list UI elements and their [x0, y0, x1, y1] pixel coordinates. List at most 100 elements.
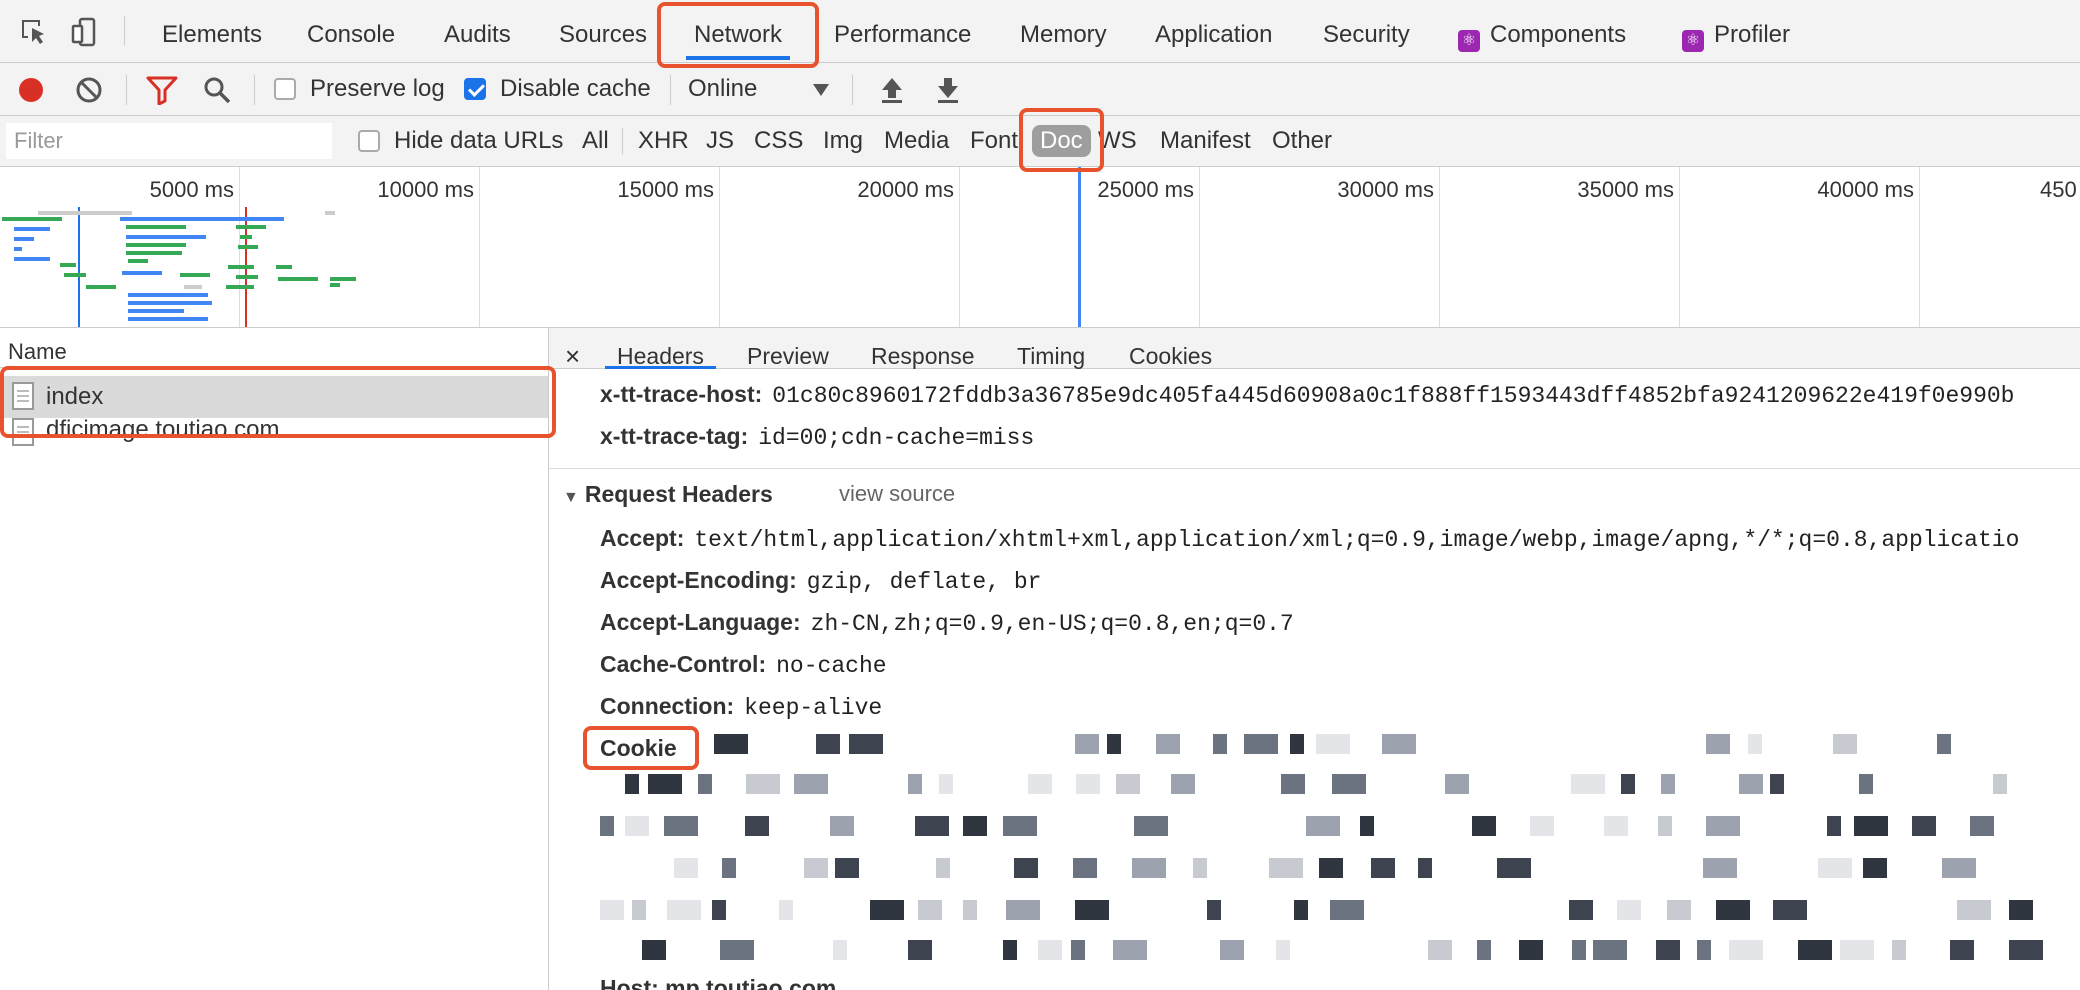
name-column-header[interactable]: Name [0, 328, 548, 368]
request-headers-section-title[interactable]: ▼ Request Headers [563, 474, 773, 514]
redacted-pixel [1572, 940, 1586, 960]
tab-timing[interactable]: Timing [1017, 328, 1085, 369]
redacted-pixel [1667, 900, 1691, 920]
disable-cache-checkbox[interactable] [464, 78, 486, 100]
timeline-bar [126, 235, 206, 239]
host-header-row: Host: mp.toutiao.com [600, 975, 837, 990]
tab-sources[interactable]: Sources [537, 0, 669, 62]
tab-response[interactable]: Response [871, 328, 975, 369]
redacted-pixel [1330, 900, 1364, 920]
redacted-pixel [722, 858, 736, 878]
filter-type-js[interactable]: JS [706, 116, 734, 166]
hide-data-urls-checkbox[interactable] [358, 130, 380, 152]
view-source-link[interactable]: view source [839, 474, 955, 514]
filter-icon[interactable] [146, 75, 178, 105]
tab-cookies[interactable]: Cookies [1129, 328, 1212, 369]
redacted-pixel [830, 816, 854, 836]
timeline-bar [228, 265, 254, 269]
clear-icon[interactable] [74, 75, 104, 105]
redacted-pixel [1970, 816, 1994, 836]
preserve-log-checkbox[interactable] [274, 78, 296, 100]
close-icon[interactable]: × [565, 328, 580, 371]
redacted-pixel [1134, 816, 1168, 836]
redacted-pixel [1854, 816, 1888, 836]
tab-performance[interactable]: Performance [812, 0, 993, 62]
network-overview-timeline[interactable]: 5000 ms 10000 ms 15000 ms 20000 ms 25000… [0, 167, 2080, 328]
record-icon[interactable] [16, 75, 46, 105]
tab-components[interactable]: ⚛ Components [1436, 0, 1648, 62]
redacted-pixel [632, 900, 646, 920]
tab-application[interactable]: Application [1133, 0, 1294, 62]
timeline-bar [240, 235, 252, 239]
cookie-header-row: Cookie [600, 728, 677, 768]
filter-type-doc[interactable]: Doc [1032, 125, 1091, 157]
redacted-pixel [625, 816, 649, 836]
redacted-pixel [1316, 734, 1350, 754]
tab-console[interactable]: Console [285, 0, 417, 62]
export-har-icon[interactable] [934, 75, 962, 105]
redacted-pixel [712, 900, 726, 920]
filter-type-ws[interactable]: WS [1098, 116, 1137, 166]
timeline-bar [126, 225, 186, 229]
inspect-element-icon[interactable] [18, 16, 50, 48]
filter-type-manifest[interactable]: Manifest [1160, 116, 1251, 166]
request-row-index[interactable]: index [0, 376, 548, 418]
tab-audits[interactable]: Audits [422, 0, 533, 62]
tab-headers[interactable]: Headers [605, 328, 716, 369]
redacted-pixel [794, 774, 828, 794]
tab-profiler-label: Profiler [1714, 21, 1791, 48]
filter-type-xhr[interactable]: XHR [638, 116, 689, 166]
filter-type-font[interactable]: Font [970, 116, 1018, 166]
filter-type-all[interactable]: All [582, 116, 609, 166]
search-icon[interactable] [202, 75, 232, 105]
redacted-pixel [1697, 940, 1711, 960]
redacted-pixel [1798, 940, 1832, 960]
redacted-pixel [1739, 774, 1763, 794]
redacted-pixel [1773, 900, 1807, 920]
header-name: Cache-Control: [600, 651, 767, 677]
redacted-pixel [1661, 774, 1675, 794]
chevron-down-icon[interactable] [812, 83, 830, 97]
filter-type-css[interactable]: CSS [754, 116, 803, 166]
redacted-pixel [1213, 734, 1227, 754]
filter-type-img[interactable]: Img [823, 116, 863, 166]
domcontentloaded-marker [78, 207, 80, 327]
timeline-tick-label: 10000 ms [377, 177, 474, 202]
tab-profiler[interactable]: ⚛ Profiler [1660, 0, 1812, 62]
redacted-pixel [1003, 816, 1037, 836]
timeline-bar [278, 277, 318, 281]
tab-network[interactable]: Network [672, 0, 804, 62]
redacted-pixel [1621, 774, 1635, 794]
filter-type-media[interactable]: Media [884, 116, 949, 166]
redacted-pixel [1038, 940, 1062, 960]
redacted-pixel [1818, 858, 1852, 878]
timeline-bar [126, 251, 182, 255]
device-toolbar-icon[interactable] [70, 16, 102, 48]
request-row-dficimage[interactable]: dficimage.toutiao.com [0, 418, 548, 448]
timeline-gridline [959, 167, 960, 327]
header-name: x-tt-trace-host: [600, 381, 763, 407]
redacted-pixel [1950, 940, 1974, 960]
request-details-panel: × Headers Preview Response Timing Cookie… [549, 328, 2080, 990]
filter-input[interactable] [6, 123, 332, 159]
timeline-bar [325, 211, 335, 215]
redacted-pixel [2009, 900, 2033, 920]
redacted-pixel [1294, 900, 1308, 920]
redacted-pixel [1658, 816, 1672, 836]
timeline-tick-label: 5000 ms [149, 177, 234, 202]
tab-memory[interactable]: Memory [998, 0, 1129, 62]
tab-security[interactable]: Security [1301, 0, 1432, 62]
header-value: text/html,application/xhtml+xml,applicat… [694, 527, 2020, 553]
request-header-row: Accept-Language: zh-CN,zh;q=0.9,en-US;q=0… [600, 602, 1294, 642]
filter-type-other[interactable]: Other [1272, 116, 1332, 166]
import-har-icon[interactable] [878, 75, 906, 105]
timeline-bar [236, 275, 258, 279]
tab-preview[interactable]: Preview [747, 328, 829, 369]
redacted-pixel [1617, 900, 1641, 920]
redacted-pixel [1530, 816, 1554, 836]
redacted-pixel [1942, 858, 1976, 878]
throttling-select[interactable]: Online [688, 63, 757, 115]
redacted-pixel [600, 900, 624, 920]
header-name: Accept: [600, 525, 685, 551]
tab-elements[interactable]: Elements [140, 0, 284, 62]
